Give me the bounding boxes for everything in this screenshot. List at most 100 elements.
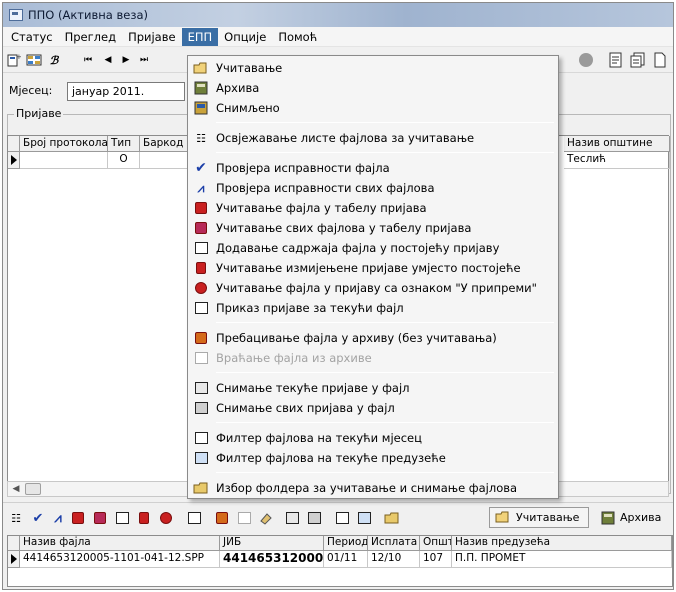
menu-item-label: Враћање фајла из архиве — [216, 351, 372, 365]
cell-company[interactable]: П.П. ПРОМЕТ — [452, 551, 672, 568]
cell-jib[interactable]: 4414653120005 — [220, 551, 324, 568]
menu-item-move-archive[interactable]: Пребацивање фајла у архиву (без учитавањ… — [190, 328, 556, 348]
load-file-icon[interactable] — [69, 509, 87, 527]
col-header-barkod[interactable]: Баркод — [140, 136, 188, 152]
row-indicator[interactable] — [8, 152, 20, 169]
menu-item-filter-company[interactable]: Филтер фајлова на текуће предузеће — [190, 448, 556, 468]
folder-select-icon[interactable] — [383, 509, 401, 527]
eraser-icon[interactable] — [257, 509, 275, 527]
title-bar: ППО (Активна веза) — [3, 3, 673, 27]
epp-dropdown-menu: Учитавање Архива Снимљено ☷ Освјежавање … — [187, 55, 559, 499]
double-check-icon[interactable]: ⩘ — [49, 509, 67, 527]
append-icon — [190, 238, 212, 258]
move-archive-icon[interactable] — [213, 509, 231, 527]
menu-item-append[interactable]: Додавање садржаја фајла у постојећу приј… — [190, 238, 556, 258]
menu-item-label: Избор фолдера за учитавање и снимање фај… — [216, 481, 518, 495]
menu-status[interactable]: Статус — [5, 28, 59, 46]
scroll-thumb[interactable] — [25, 483, 41, 495]
col-header-opstina[interactable]: Назив општине — [564, 136, 670, 152]
menu-item-preview[interactable]: Приказ пријаве за текући фајл — [190, 298, 556, 318]
filter-month-icon[interactable] — [333, 509, 351, 527]
double-check-icon: ⩘ — [197, 180, 205, 195]
menu-item-check[interactable]: ✔ Провјера исправности фајла — [190, 158, 556, 178]
status-circle-icon[interactable] — [577, 51, 595, 69]
table-cell[interactable] — [20, 152, 108, 169]
preview-icon[interactable] — [185, 509, 203, 527]
menu-item-load-all[interactable]: Учитавање свих фајлова у табелу пријава — [190, 218, 556, 238]
menu-pomoc[interactable]: Помоћ — [272, 28, 323, 46]
replace-icon[interactable] — [135, 509, 153, 527]
col-header-jib[interactable]: ЈИБ — [220, 536, 324, 551]
save-all-icon — [190, 398, 212, 418]
cell-period[interactable]: 01/11 — [324, 551, 368, 568]
archive-button[interactable]: Архива — [597, 507, 673, 528]
load-button-label: Учитавање — [516, 511, 580, 524]
menu-item-label: Снимљено — [216, 101, 280, 115]
refresh-list-icon[interactable]: ☷ — [7, 509, 25, 527]
menu-item-load-file[interactable]: Учитавање фајла у табелу пријава — [190, 198, 556, 218]
table-cell-opstina[interactable]: Теслић — [564, 152, 670, 169]
menu-item-save-all[interactable]: Снимање свих пријава у фајл — [190, 398, 556, 418]
prepare-icon[interactable] — [157, 509, 175, 527]
month-select[interactable]: јануар 2011. — [67, 82, 185, 101]
table-cell[interactable] — [140, 152, 188, 169]
menu-separator — [216, 422, 554, 423]
menu-bar: Статус Преглед Пријаве ЕПП Опције Помоћ — [3, 27, 673, 47]
cell-opst[interactable]: 107 — [420, 551, 452, 568]
document-icon[interactable] — [651, 51, 669, 69]
save-all-icon[interactable] — [305, 509, 323, 527]
menu-separator — [216, 122, 554, 123]
cell-isplata[interactable]: 12/10 — [368, 551, 420, 568]
menu-item-arhiva[interactable]: Архива — [190, 78, 556, 98]
svg-text:+: + — [16, 53, 21, 61]
first-record-icon[interactable]: ⏮ — [79, 51, 97, 69]
menu-pregled[interactable]: Преглед — [59, 28, 122, 46]
scroll-left-icon[interactable]: ◀ — [9, 483, 23, 495]
check-icon[interactable]: ✔ — [29, 509, 47, 527]
menu-prijave[interactable]: Пријаве — [122, 28, 182, 46]
menu-item-snimljeno[interactable]: Снимљено — [190, 98, 556, 118]
col-header-company[interactable]: Назив предузећа — [452, 536, 672, 551]
archive-icon — [601, 511, 615, 524]
menu-item-label: Приказ пријаве за текући фајл — [216, 301, 404, 315]
last-record-icon[interactable]: ⏭ — [135, 51, 153, 69]
col-header-opst[interactable]: Општ. — [420, 536, 452, 551]
cell-file[interactable]: 4414653120005-1101-041-12.SPP — [20, 551, 220, 568]
new-record-icon[interactable]: + — [5, 51, 23, 69]
report-icon[interactable] — [607, 51, 625, 69]
menu-item-replace[interactable]: Учитавање измијењене пријаве умјесто пос… — [190, 258, 556, 278]
append-icon[interactable] — [113, 509, 131, 527]
menu-separator — [216, 152, 554, 153]
menu-item-ucitavanje[interactable]: Учитавање — [190, 58, 556, 78]
menu-item-folder-select[interactable]: Избор фолдера за учитавање и снимање фај… — [190, 478, 556, 498]
restore-archive-icon[interactable] — [235, 509, 253, 527]
saved-icon — [190, 98, 212, 118]
load-file-icon — [190, 198, 212, 218]
report-multi-icon[interactable] — [629, 51, 647, 69]
next-record-icon[interactable]: ▶ — [117, 51, 135, 69]
col-header-period[interactable]: Период — [324, 536, 368, 551]
filter-company-icon[interactable] — [355, 509, 373, 527]
menu-epp[interactable]: ЕПП — [181, 27, 219, 46]
save-icon[interactable] — [283, 509, 301, 527]
menu-item-check-all[interactable]: ⩘ Провјера исправности свих фајлова — [190, 178, 556, 198]
prev-record-icon[interactable]: ◀ — [99, 51, 117, 69]
load-all-icon[interactable] — [91, 509, 109, 527]
menu-separator — [216, 372, 554, 373]
menu-item-prepare[interactable]: Учитавање фајла у пријаву са ознаком "У … — [190, 278, 556, 298]
filter-grid-icon[interactable] — [25, 51, 43, 69]
col-header-broj[interactable]: Број протокола — [20, 136, 108, 152]
col-header-file[interactable]: Назив фајла — [20, 536, 220, 551]
menu-item-refresh[interactable]: ☷ Освјежавање листе фајлова за учитавање — [190, 128, 556, 148]
row-indicator[interactable] — [8, 551, 20, 568]
table-cell-tip[interactable]: О — [108, 152, 140, 169]
menu-item-filter-month[interactable]: Филтер фајлова на текући мјесец — [190, 428, 556, 448]
col-header-isplata[interactable]: Исплата за — [368, 536, 420, 551]
calculator-icon[interactable]: ℬ — [45, 51, 63, 69]
load-button[interactable]: Учитавање — [489, 507, 589, 528]
col-header-tip[interactable]: Тип — [108, 136, 140, 152]
menu-item-save[interactable]: Снимање текуће пријаве у фајл — [190, 378, 556, 398]
menu-item-label: Учитавање фајла у пријаву са ознаком "У … — [216, 281, 537, 295]
menu-separator — [216, 322, 554, 323]
menu-opcije[interactable]: Опције — [218, 28, 272, 46]
